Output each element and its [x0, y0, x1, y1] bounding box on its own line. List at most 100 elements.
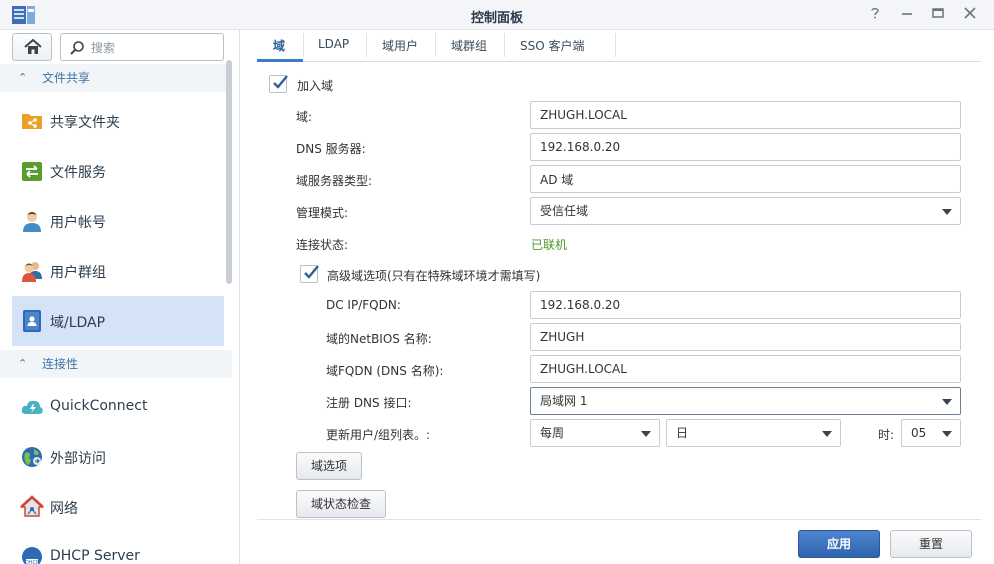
- chevron-up-icon: ⌃: [18, 357, 28, 370]
- tab-domain-groups[interactable]: 域群组: [451, 37, 487, 54]
- sidebar-item-external-access[interactable]: 外部访问: [12, 432, 224, 482]
- advanced-options-checkbox[interactable]: [300, 265, 319, 283]
- minimize-icon[interactable]: [898, 6, 916, 24]
- search-icon: [70, 41, 84, 55]
- join-domain-label: 加入域: [297, 79, 334, 93]
- sidebar-item-domain-ldap[interactable]: 域/LDAP: [12, 296, 224, 346]
- search-box[interactable]: [60, 33, 224, 61]
- update-frequency-select[interactable]: 每周: [530, 419, 660, 447]
- domain-ldap-icon: [23, 310, 41, 332]
- section-header-connectivity[interactable]: ⌃ 连接性: [0, 350, 232, 378]
- domain-options-button[interactable]: 域选项: [296, 452, 362, 480]
- sidebar-item-label: 文件服务: [50, 165, 106, 181]
- domain-label: 域:: [296, 110, 313, 124]
- window-title: 控制面板: [470, 11, 523, 26]
- external-access-icon: [22, 447, 42, 467]
- sidebar-item-label: DHCP Server: [50, 548, 140, 564]
- sidebar-item-shared-folder[interactable]: 共享文件夹: [12, 96, 224, 146]
- dropdown-arrow-icon: [822, 431, 832, 437]
- sidebar-item-user-group[interactable]: 用户群组: [12, 246, 224, 296]
- hour-value: 05: [911, 426, 927, 440]
- checkmark-icon: [273, 75, 288, 89]
- home-icon: [24, 39, 42, 54]
- sidebar: ⌃ 文件共享 共享文件夹 文件服务 用户帐号 用: [0, 30, 240, 564]
- sidebar-item-label: 外部访问: [50, 451, 106, 467]
- register-dns-value: 局域网 1: [540, 394, 588, 408]
- tab-divider: [435, 33, 436, 57]
- domain-status-check-button[interactable]: 域状态检查: [296, 490, 386, 518]
- dropdown-arrow-icon: [641, 431, 651, 437]
- user-icon: [23, 212, 41, 232]
- sidebar-item-user-account[interactable]: 用户帐号: [12, 196, 224, 246]
- close-icon[interactable]: [961, 6, 979, 24]
- dropdown-arrow-icon: [942, 399, 952, 405]
- apply-button[interactable]: 应用: [798, 530, 880, 558]
- hour-label: 时:: [878, 428, 895, 442]
- hour-select[interactable]: 05: [901, 419, 961, 447]
- reset-button[interactable]: 重置: [890, 530, 972, 558]
- dns-server-field[interactable]: [530, 133, 961, 161]
- connection-status-label: 连接状态:: [296, 238, 349, 252]
- help-icon[interactable]: [866, 6, 884, 24]
- quickconnect-icon: [21, 400, 43, 414]
- checkmark-icon: [304, 265, 319, 279]
- management-mode-value: 受信任域: [540, 204, 589, 218]
- user-group-icon: [22, 262, 42, 282]
- file-services-icon: [22, 162, 42, 181]
- svg-text:DHCP: DHCP: [25, 560, 39, 564]
- section-title: 文件共享: [42, 71, 91, 85]
- tab-divider: [366, 33, 367, 57]
- tab-domain[interactable]: 域: [273, 37, 285, 54]
- netbios-label: 域的NetBIOS 名称:: [326, 332, 432, 346]
- connection-status-value: 已联机: [531, 238, 568, 252]
- tab-divider: [615, 33, 616, 57]
- sidebar-item-label: 网络: [50, 501, 78, 517]
- advanced-options-label: 高级域选项(只有在特殊域环境才需填写): [327, 269, 541, 283]
- network-icon: [20, 495, 44, 517]
- domain-form: 加入域 域: DNS 服务器: 域服务器类型: 管理模式: 受信任域 连接状态:…: [241, 62, 994, 520]
- dc-ip-field[interactable]: [530, 291, 961, 319]
- sidebar-item-label: QuickConnect: [50, 398, 148, 414]
- dropdown-arrow-icon: [942, 431, 952, 437]
- home-button[interactable]: [12, 33, 52, 61]
- register-dns-select[interactable]: 局域网 1: [530, 387, 961, 415]
- dns-server-label: DNS 服务器:: [296, 142, 366, 156]
- sidebar-item-label: 用户帐号: [50, 215, 106, 231]
- tab-divider: [303, 33, 304, 57]
- update-day-select[interactable]: 日: [666, 419, 841, 447]
- sidebar-scrollbar[interactable]: [226, 60, 232, 284]
- dropdown-arrow-icon: [942, 209, 952, 215]
- register-dns-label: 注册 DNS 接口:: [326, 396, 412, 410]
- search-input[interactable]: [91, 39, 219, 57]
- section-title: 连接性: [42, 357, 79, 371]
- sidebar-item-quickconnect[interactable]: QuickConnect: [12, 382, 224, 432]
- fqdn-field[interactable]: [530, 355, 961, 383]
- tab-sso-client[interactable]: SSO 客户端: [520, 37, 585, 54]
- footer-divider: [257, 519, 981, 520]
- update-list-label: 更新用户/组列表。:: [326, 428, 431, 442]
- chevron-up-icon: ⌃: [18, 71, 28, 84]
- server-type-label: 域服务器类型:: [296, 174, 373, 188]
- maximize-icon[interactable]: [929, 6, 947, 24]
- management-mode-select[interactable]: 受信任域: [530, 197, 961, 225]
- update-frequency-value: 每周: [540, 426, 565, 440]
- domain-field[interactable]: [530, 101, 961, 129]
- sidebar-item-label: 用户群组: [50, 265, 106, 281]
- tab-domain-users[interactable]: 域用户: [382, 37, 418, 54]
- dc-ip-label: DC IP/FQDN:: [326, 298, 401, 312]
- title-bar: 控制面板: [0, 0, 994, 30]
- sidebar-item-label: 域/LDAP: [50, 315, 106, 331]
- tab-ldap[interactable]: LDAP: [318, 37, 349, 51]
- update-day-value: 日: [676, 426, 689, 440]
- dhcp-server-icon: DHCP: [22, 547, 42, 564]
- sidebar-item-dhcp-server[interactable]: DHCP DHCP Server: [12, 532, 224, 564]
- server-type-field[interactable]: [530, 165, 961, 193]
- section-header-file-sharing[interactable]: ⌃ 文件共享: [0, 64, 232, 92]
- shared-folder-icon: [22, 114, 42, 129]
- sidebar-item-file-services[interactable]: 文件服务: [12, 146, 224, 196]
- tab-bar: 域 LDAP 域用户 域群组 SSO 客户端: [257, 30, 981, 62]
- join-domain-checkbox[interactable]: [269, 75, 288, 93]
- sidebar-item-network[interactable]: 网络: [12, 482, 224, 532]
- netbios-field[interactable]: [530, 323, 961, 351]
- tab-divider: [504, 33, 505, 57]
